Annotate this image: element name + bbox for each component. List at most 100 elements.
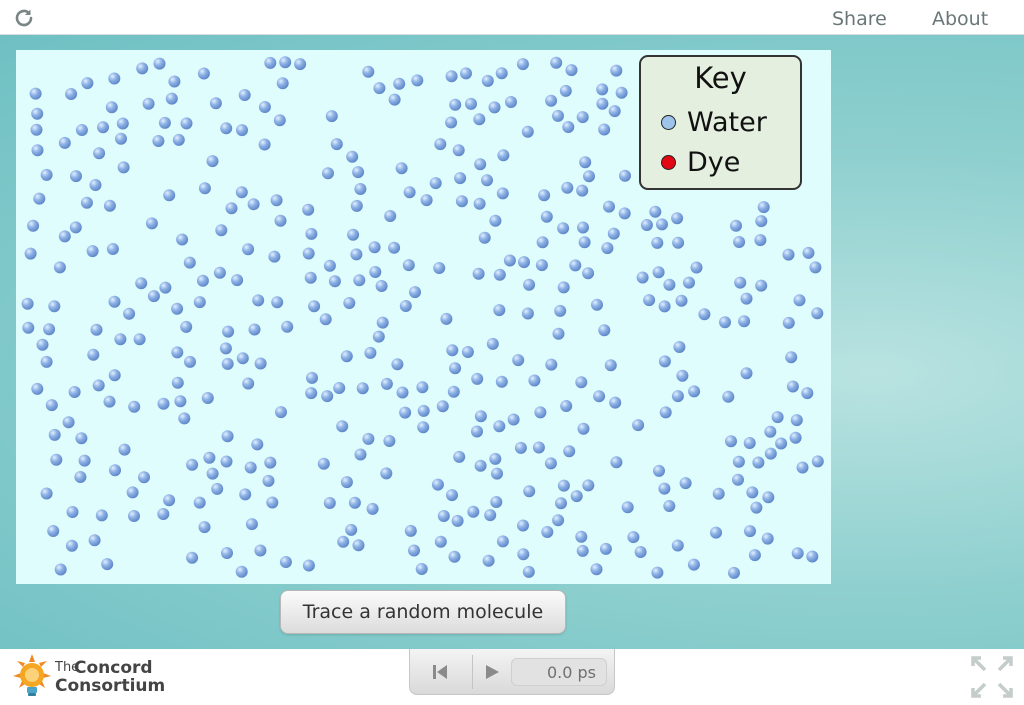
play-button[interactable] bbox=[472, 655, 512, 689]
share-link[interactable]: Share bbox=[832, 8, 887, 30]
water-molecule bbox=[36, 338, 49, 351]
water-molecule bbox=[811, 455, 824, 468]
water-molecule bbox=[65, 88, 78, 100]
water-molecule bbox=[356, 382, 369, 395]
water-molecule bbox=[497, 149, 510, 162]
water-molecule bbox=[75, 124, 88, 136]
water-molecule bbox=[273, 114, 286, 127]
water-molecule bbox=[517, 548, 530, 561]
water-molecule bbox=[493, 268, 506, 281]
water-molecule bbox=[159, 281, 172, 294]
water-molecule bbox=[521, 307, 534, 320]
water-molecule bbox=[343, 297, 356, 309]
water-molecule bbox=[266, 496, 279, 509]
lightbulb-logo-icon bbox=[13, 654, 51, 696]
water-molecule bbox=[264, 456, 277, 469]
water-molecule bbox=[791, 547, 804, 560]
water-molecule bbox=[471, 372, 484, 385]
water-molecule bbox=[209, 97, 222, 110]
water-molecule bbox=[138, 471, 150, 484]
water-molecule bbox=[649, 205, 662, 218]
water-molecule bbox=[40, 355, 53, 368]
water-molecule bbox=[101, 558, 114, 571]
water-molecule bbox=[117, 161, 130, 174]
water-molecule bbox=[755, 215, 768, 228]
water-molecule bbox=[604, 359, 617, 372]
water-molecule bbox=[30, 123, 43, 136]
water-molecule bbox=[472, 267, 485, 280]
water-molecule bbox=[242, 377, 255, 390]
water-molecule bbox=[196, 274, 209, 287]
concord-logo[interactable]: The Concord Consortium bbox=[12, 653, 165, 699]
water-molecule bbox=[153, 57, 166, 70]
water-molecule bbox=[198, 182, 211, 195]
water-molecule bbox=[70, 170, 82, 183]
water-molecule bbox=[535, 259, 548, 272]
water-molecule bbox=[764, 447, 777, 460]
water-molecule bbox=[89, 179, 102, 191]
water-molecule bbox=[244, 461, 257, 474]
water-molecule bbox=[789, 431, 802, 444]
water-molecule bbox=[610, 456, 623, 469]
water-molecule bbox=[536, 236, 549, 249]
reload-button[interactable] bbox=[12, 6, 36, 30]
water-molecule bbox=[384, 210, 397, 222]
water-molecule bbox=[27, 219, 40, 232]
about-link[interactable]: About bbox=[932, 8, 988, 30]
water-molecule bbox=[81, 77, 94, 90]
water-molecule bbox=[570, 490, 583, 503]
water-molecule bbox=[593, 390, 606, 403]
water-molecule bbox=[66, 506, 79, 518]
water-molecule bbox=[375, 280, 388, 292]
water-molecule bbox=[544, 457, 557, 470]
water-molecule bbox=[308, 300, 321, 313]
water-molecule bbox=[764, 425, 777, 438]
water-molecule bbox=[366, 502, 379, 515]
water-molecule bbox=[619, 169, 631, 182]
playback-controls: 0.0 ps bbox=[409, 649, 615, 695]
water-molecule bbox=[352, 539, 365, 552]
reset-button[interactable] bbox=[420, 655, 460, 689]
water-molecule bbox=[782, 316, 795, 329]
water-molecule bbox=[507, 413, 520, 426]
water-molecule bbox=[353, 274, 366, 287]
water-molecule bbox=[323, 497, 336, 509]
water-molecule bbox=[402, 259, 415, 272]
water-molecule bbox=[409, 286, 421, 299]
water-molecule bbox=[474, 158, 487, 171]
trace-molecule-button[interactable]: Trace a random molecule bbox=[280, 590, 566, 634]
water-molecule bbox=[740, 367, 753, 380]
water-molecule bbox=[403, 186, 416, 199]
water-molecule bbox=[719, 316, 731, 329]
water-molecule bbox=[575, 530, 588, 543]
water-molecule bbox=[198, 521, 211, 534]
water-molecule bbox=[346, 150, 359, 163]
water-molecule bbox=[752, 456, 765, 469]
water-molecule bbox=[575, 376, 588, 389]
water-molecule bbox=[380, 377, 393, 390]
molecule-container[interactable]: Key Water Dye bbox=[16, 50, 831, 584]
water-molecule bbox=[671, 212, 684, 225]
water-molecule bbox=[582, 479, 595, 492]
water-molecule bbox=[569, 259, 582, 272]
water-molecule bbox=[203, 451, 216, 464]
water-molecule bbox=[451, 514, 464, 527]
water-molecule bbox=[460, 67, 472, 80]
water-molecule bbox=[245, 518, 258, 531]
water-molecule bbox=[380, 467, 393, 480]
play-icon bbox=[486, 665, 499, 679]
key-item-label: Water bbox=[687, 106, 767, 138]
fullscreen-button[interactable] bbox=[970, 655, 1014, 699]
water-molecule bbox=[373, 82, 386, 95]
water-molecule bbox=[453, 450, 466, 463]
water-molecule bbox=[178, 412, 191, 425]
water-molecule bbox=[582, 267, 595, 280]
water-molecule bbox=[755, 279, 768, 292]
water-molecule bbox=[541, 526, 554, 538]
water-molecule bbox=[598, 123, 611, 136]
water-molecule bbox=[658, 300, 671, 313]
water-molecule bbox=[163, 494, 176, 507]
water-molecule bbox=[577, 422, 590, 435]
water-molecule bbox=[275, 406, 287, 419]
water-molecule bbox=[354, 448, 367, 461]
